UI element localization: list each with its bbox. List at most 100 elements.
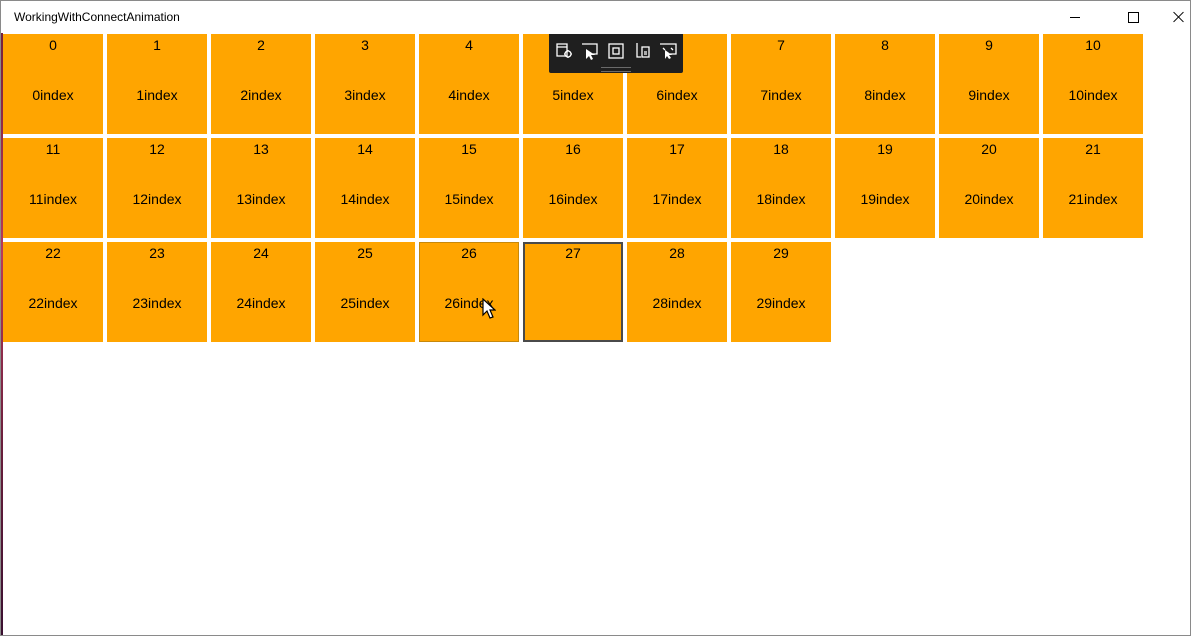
app-window: WorkingWithConnectAnimation 0 0index 1 1ind…: [0, 0, 1191, 636]
item-number: 29: [773, 245, 789, 261]
item-number: 11: [45, 141, 61, 157]
item-number: 4: [465, 37, 473, 53]
item-label: 26index: [444, 295, 494, 311]
item-number: 15: [461, 141, 477, 157]
grid-item[interactable]: 23 23index: [107, 242, 207, 342]
item-number: 25: [357, 245, 373, 261]
preview-selection-icon[interactable]: [658, 41, 678, 61]
item-number: 3: [361, 37, 369, 53]
item-label: 12index: [132, 191, 182, 207]
select-element-icon[interactable]: [580, 41, 600, 61]
item-number: 2: [257, 37, 265, 53]
item-number: 14: [357, 141, 373, 157]
grid-item[interactable]: 20 20index: [939, 138, 1039, 238]
item-label: 18index: [756, 191, 806, 207]
minimize-button[interactable]: [1052, 1, 1098, 33]
item-number: 22: [45, 245, 61, 261]
grid-item[interactable]: 8 8index: [835, 34, 935, 134]
item-label: 0index: [32, 87, 74, 103]
close-button[interactable]: [1156, 1, 1190, 33]
item-label: 9index: [968, 87, 1010, 103]
display-layout-adorners-icon[interactable]: [606, 41, 626, 61]
close-icon: [1173, 11, 1185, 23]
item-label: 13index: [236, 191, 286, 207]
grid-item[interactable]: 16 16index: [523, 138, 623, 238]
maximize-icon: [1127, 11, 1139, 23]
item-label: 4index: [448, 87, 490, 103]
item-number: 19: [877, 141, 893, 157]
item-label: 22index: [28, 295, 78, 311]
toolbar-drag-handle[interactable]: [601, 67, 631, 72]
grid-item[interactable]: 9 9index: [939, 34, 1039, 134]
item-label: 2index: [240, 87, 282, 103]
live-visual-tree-icon[interactable]: [554, 41, 574, 61]
window-title: WorkingWithConnectAnimation: [14, 10, 180, 24]
item-label: 19index: [860, 191, 910, 207]
item-number: 28: [669, 245, 685, 261]
item-number: 21: [1085, 141, 1101, 157]
grid-item[interactable]: 25 25index: [315, 242, 415, 342]
in-app-devtools-toolbar: [549, 34, 683, 73]
item-label: 21index: [1068, 191, 1118, 207]
item-label: 16index: [548, 191, 598, 207]
item-label: 20index: [964, 191, 1014, 207]
item-number: 17: [669, 141, 685, 157]
grid-item[interactable]: 0 0index: [3, 34, 103, 134]
grid-item[interactable]: 19 19index: [835, 138, 935, 238]
item-number: 12: [149, 141, 165, 157]
item-label: 15index: [444, 191, 494, 207]
grid-item[interactable]: 26 26index: [419, 242, 519, 342]
item-number: 27: [565, 245, 581, 261]
track-focus-icon[interactable]: [632, 41, 652, 61]
grid-item[interactable]: 13 13index: [211, 138, 311, 238]
grid-item[interactable]: 28 28index: [627, 242, 727, 342]
maximize-button[interactable]: [1110, 1, 1156, 33]
item-number: 24: [253, 245, 269, 261]
item-number: 1: [153, 37, 161, 53]
grid-item[interactable]: 14 14index: [315, 138, 415, 238]
grid-item[interactable]: 18 18index: [731, 138, 831, 238]
mouse-cursor-icon: [482, 298, 496, 319]
grid-item[interactable]: 17 17index: [627, 138, 727, 238]
grid-item-selected[interactable]: 27: [523, 242, 623, 342]
grid-item[interactable]: 24 24index: [211, 242, 311, 342]
item-label: 23index: [132, 295, 182, 311]
item-label: 29index: [756, 295, 806, 311]
item-label: 11index: [28, 191, 77, 207]
item-label: 14index: [340, 191, 390, 207]
item-label: 7index: [760, 87, 802, 103]
grid-item[interactable]: 3 3index: [315, 34, 415, 134]
grid-item[interactable]: 4 4index: [419, 34, 519, 134]
grid-item[interactable]: 11 11index: [3, 138, 103, 238]
item-label: 5index: [552, 87, 594, 103]
grid-item[interactable]: 29 29index: [731, 242, 831, 342]
title-bar[interactable]: WorkingWithConnectAnimation: [1, 1, 1190, 33]
item-label: 24index: [236, 295, 286, 311]
item-number: 9: [985, 37, 993, 53]
grid-item[interactable]: 10 10index: [1043, 34, 1143, 134]
item-number: 10: [1085, 37, 1101, 53]
grid-item[interactable]: 15 15index: [419, 138, 519, 238]
minimize-icon: [1070, 16, 1080, 18]
item-label: 8index: [864, 87, 906, 103]
item-number: 0: [49, 37, 57, 53]
item-label: 25index: [340, 295, 390, 311]
item-label: 17index: [652, 191, 702, 207]
item-number: 8: [881, 37, 889, 53]
item-label: 10index: [1068, 87, 1118, 103]
grid-item[interactable]: 22 22index: [3, 242, 103, 342]
grid-item[interactable]: 21 21index: [1043, 138, 1143, 238]
grid-item[interactable]: 2 2index: [211, 34, 311, 134]
item-number: 23: [149, 245, 165, 261]
item-label: 6index: [656, 87, 698, 103]
item-number: 20: [981, 141, 997, 157]
item-number: 7: [777, 37, 785, 53]
item-label: 1index: [136, 87, 178, 103]
grid-item[interactable]: 7 7index: [731, 34, 831, 134]
item-number: 13: [253, 141, 269, 157]
item-number: 16: [565, 141, 581, 157]
item-number: 26: [461, 245, 477, 261]
grid-item[interactable]: 12 12index: [107, 138, 207, 238]
item-label: 28index: [652, 295, 702, 311]
grid-item[interactable]: 1 1index: [107, 34, 207, 134]
